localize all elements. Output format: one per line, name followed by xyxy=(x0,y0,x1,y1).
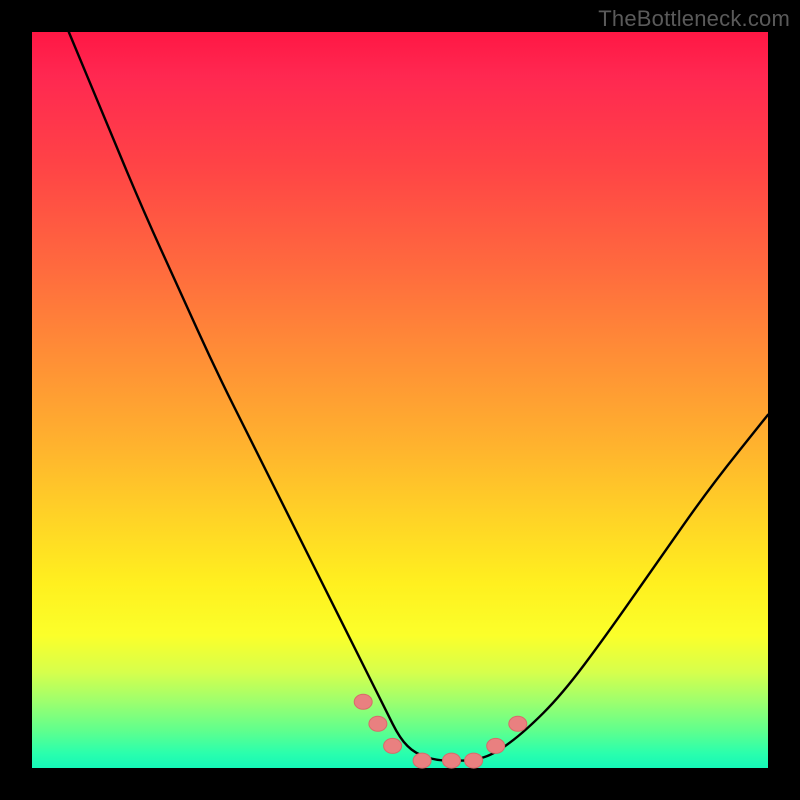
bottleneck-curve xyxy=(69,32,768,761)
marker-dot xyxy=(509,716,527,731)
highlight-markers xyxy=(354,694,527,768)
marker-dot xyxy=(369,716,387,731)
chart-frame: TheBottleneck.com xyxy=(0,0,800,800)
marker-dot xyxy=(465,753,483,768)
marker-dot xyxy=(354,694,372,709)
marker-dot xyxy=(384,738,402,753)
marker-dot xyxy=(487,738,505,753)
marker-dot xyxy=(443,753,461,768)
curve-layer xyxy=(32,32,768,768)
marker-dot xyxy=(413,753,431,768)
watermark-text: TheBottleneck.com xyxy=(598,6,790,32)
